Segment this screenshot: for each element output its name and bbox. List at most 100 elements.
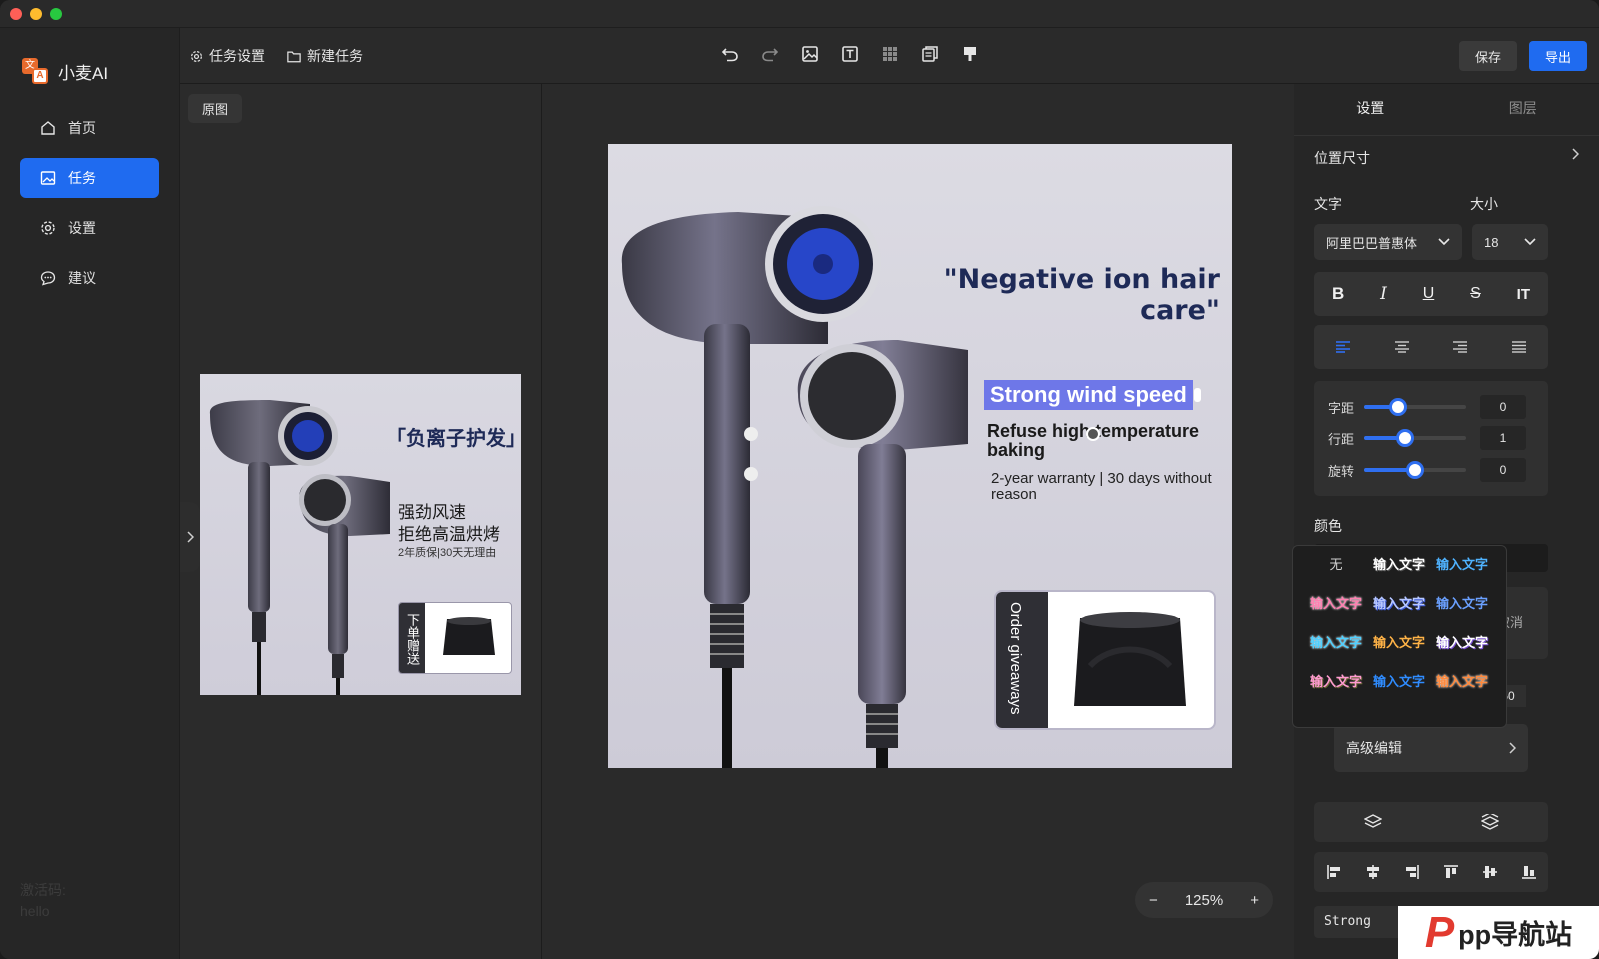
sidebar-item-task[interactable]: 任务: [20, 158, 159, 198]
color-label: 颜色: [1314, 518, 1342, 534]
site-watermark: P pp导航站: [1398, 906, 1599, 959]
slider-knob[interactable]: [1406, 461, 1425, 479]
strikethrough-icon[interactable]: S: [1470, 285, 1481, 303]
tab-layers[interactable]: 图层: [1447, 84, 1599, 135]
align-right-edge-icon[interactable]: [1404, 864, 1420, 880]
selected-text-layer[interactable]: Strong wind speed: [984, 380, 1193, 410]
font-size-value: 18: [1484, 234, 1499, 250]
close-window-button[interactable]: [10, 8, 22, 20]
headline-text[interactable]: "Negative ion hair care": [908, 264, 1220, 326]
align-horizontal-center-icon[interactable]: [1365, 864, 1381, 880]
chevron-down-icon: [1438, 238, 1450, 246]
zoom-in-button[interactable]: +: [1250, 892, 1259, 909]
sidebar-nav: 首页 任务 设置 建议: [20, 108, 159, 308]
preset-style[interactable]: 输入文字: [1432, 633, 1492, 653]
preset-style[interactable]: 输入文字: [1369, 633, 1429, 653]
preset-style[interactable]: 输入文字: [1306, 672, 1366, 692]
layer-order-buttons: [1314, 802, 1548, 842]
zoom-level: 125%: [1184, 891, 1224, 909]
giveaway-card[interactable]: Order giveaways: [994, 590, 1216, 730]
slider-knob[interactable]: [1389, 398, 1408, 416]
preset-style[interactable]: 输入文字: [1369, 672, 1429, 692]
rotate-icon[interactable]: [1086, 427, 1100, 441]
rotation-slider[interactable]: [1364, 461, 1467, 479]
italic-icon[interactable]: I: [1380, 284, 1387, 304]
font-select[interactable]: 阿里巴巴普惠体: [1314, 224, 1462, 260]
sidebar-item-feedback[interactable]: 建议: [20, 258, 159, 298]
original-tag[interactable]: 原图: [188, 94, 243, 123]
align-left-edge-icon[interactable]: [1326, 864, 1342, 880]
minimize-window-button[interactable]: [30, 8, 42, 20]
zoom-out-button[interactable]: −: [1149, 892, 1158, 909]
align-vertical-center-icon[interactable]: [1482, 864, 1498, 880]
chat-icon: [40, 270, 56, 286]
image-icon[interactable]: [800, 44, 820, 64]
new-task-label: 新建任务: [307, 48, 363, 64]
bold-icon[interactable]: B: [1332, 284, 1344, 304]
thumb-giveaway-card: 下单赠送: [398, 602, 512, 674]
artboard[interactable]: "Negative ion hair care" Strong wind spe…: [608, 144, 1232, 768]
line-spacing-slider[interactable]: [1364, 429, 1467, 447]
sidebar-item-settings[interactable]: 设置: [20, 208, 159, 248]
slider-knob[interactable]: [1396, 429, 1415, 447]
letter-spacing-input[interactable]: 0: [1480, 395, 1527, 419]
sidebar-item-home[interactable]: 首页: [20, 108, 159, 148]
bring-forward-icon[interactable]: [1363, 814, 1382, 830]
resize-handle[interactable]: [1194, 388, 1201, 402]
edit-tools: [720, 44, 980, 64]
send-backward-icon[interactable]: [1480, 814, 1499, 830]
original-thumbnail[interactable]: 「负离子护发」 强劲风速 拒绝高温烘烤 2年质保|30天无理由 下单赠送: [200, 374, 521, 695]
position-size-row[interactable]: 位置尺寸: [1314, 148, 1579, 168]
preset-style[interactable]: 输入文字: [1306, 633, 1366, 653]
align-justify-icon[interactable]: [1511, 341, 1527, 353]
editor-canvas: "Negative ion hair care" Strong wind spe…: [542, 84, 1294, 959]
undo-icon[interactable]: [720, 44, 740, 64]
vertical-text-icon[interactable]: IT: [1517, 286, 1530, 303]
expand-panel-button[interactable]: [180, 502, 200, 572]
line-spacing-input[interactable]: 1: [1480, 426, 1527, 450]
font-value: 阿里巴巴普惠体: [1326, 235, 1418, 251]
advanced-edit-button[interactable]: 高级编辑: [1334, 724, 1528, 772]
text-icon[interactable]: [840, 44, 860, 64]
panel-tabs: 设置 图层: [1294, 84, 1599, 136]
task-settings-button[interactable]: 任务设置: [190, 46, 265, 66]
subtitle-text[interactable]: Refuse high temperature baking: [987, 422, 1232, 460]
preset-none[interactable]: 无: [1306, 555, 1366, 575]
sidebar-item-label: 任务: [68, 170, 96, 186]
redo-icon[interactable]: [760, 44, 780, 64]
tab-settings[interactable]: 设置: [1294, 84, 1447, 135]
sidebar: 文A 小麦AI 首页 任务 设置 建议 激活码: hello: [0, 28, 180, 959]
original-image-panel: 原图 「负离子护发」 强劲风速 拒绝高温烘烤 2年质保|30天无理由 下单赠送: [180, 84, 542, 959]
new-task-button[interactable]: 新建任务: [287, 46, 363, 66]
chevron-right-icon: [187, 531, 194, 543]
maximize-window-button[interactable]: [50, 8, 62, 20]
rotation-input[interactable]: 0: [1480, 458, 1527, 482]
watermark-text: pp导航站: [1458, 920, 1573, 950]
preset-style[interactable]: 输入文字: [1306, 594, 1366, 614]
preset-style[interactable]: 输入文字: [1432, 555, 1492, 575]
preset-style[interactable]: 输入文字: [1369, 555, 1429, 575]
properties-panel: 设置 图层 位置尺寸 文字 大小 阿里巴巴普惠体 18 B I U S IT 字…: [1294, 84, 1599, 959]
text-effect-presets-popover: 无 输入文字 输入文字 输入文字 输入文字 输入文字 输入文字 输入文字 输入文…: [1292, 545, 1507, 728]
save-button[interactable]: 保存: [1459, 41, 1517, 71]
underline-icon[interactable]: U: [1423, 285, 1435, 303]
align-bottom-edge-icon[interactable]: [1521, 864, 1537, 880]
diffuser-image: [443, 617, 495, 655]
paint-brush-icon[interactable]: [960, 44, 980, 64]
preset-style[interactable]: 输入文字: [1369, 594, 1429, 614]
align-top-edge-icon[interactable]: [1443, 864, 1459, 880]
font-size-select[interactable]: 18: [1472, 224, 1548, 260]
text-align-buttons: [1314, 325, 1548, 369]
preset-style[interactable]: 输入文字: [1432, 672, 1492, 692]
warranty-text[interactable]: 2-year warranty | 30 days without reason: [991, 471, 1221, 503]
align-left-icon[interactable]: [1335, 341, 1351, 353]
export-button[interactable]: 导出: [1529, 41, 1587, 71]
mosaic-icon[interactable]: [880, 44, 900, 64]
advanced-edit-label: 高级编辑: [1346, 740, 1402, 756]
align-center-icon[interactable]: [1394, 341, 1410, 353]
copy-icon[interactable]: [920, 44, 940, 64]
letter-spacing-slider[interactable]: [1364, 398, 1467, 416]
preset-style[interactable]: 输入文字: [1432, 594, 1492, 614]
chevron-right-icon: [1572, 148, 1579, 160]
align-right-icon[interactable]: [1452, 341, 1468, 353]
